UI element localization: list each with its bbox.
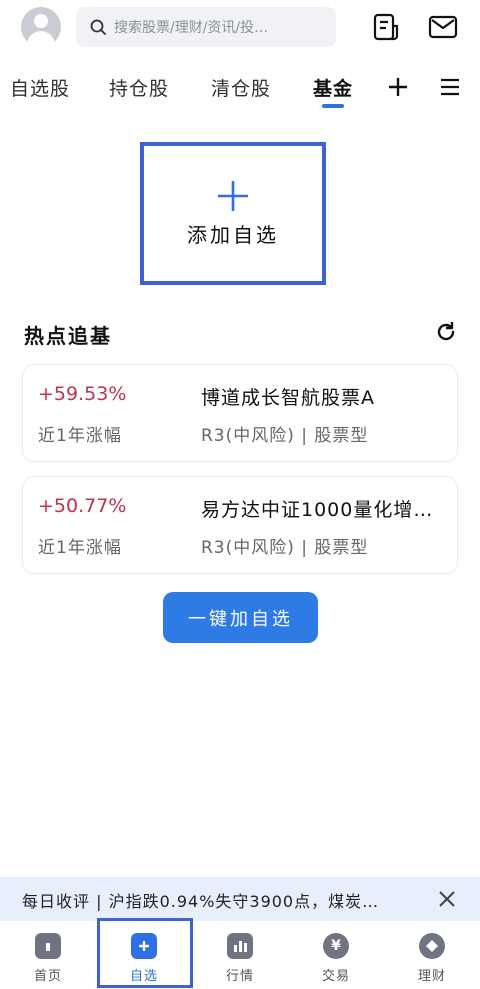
document-icon[interactable] xyxy=(371,12,401,42)
add-watchlist-label: 添加自选 xyxy=(187,223,279,247)
nav-item-market[interactable]: 行情 xyxy=(192,921,288,989)
search-icon xyxy=(90,19,106,35)
yen-coin-icon: ¥ xyxy=(323,933,349,959)
nav-item-wealth[interactable]: 理财 xyxy=(384,921,480,989)
bar-chart-icon xyxy=(227,933,253,959)
avatar[interactable] xyxy=(21,7,61,47)
nav-item-home[interactable]: 首页 xyxy=(0,921,96,989)
fund-change-label: 近1年涨幅 xyxy=(38,426,122,446)
fund-card[interactable]: +50.77% 近1年涨幅 易方达中证1000量化增… R3(中风险) | 股票… xyxy=(22,476,458,574)
ticker-text: 每日收评 | 沪指跌0.94%失守3900点，煤炭… xyxy=(22,892,380,911)
nav-item-trade[interactable]: ¥ 交易 xyxy=(288,921,384,989)
fund-meta: R3(中风险) | 股票型 xyxy=(201,538,369,558)
mail-icon[interactable] xyxy=(428,12,458,42)
close-icon[interactable] xyxy=(437,889,457,909)
home-icon xyxy=(35,933,61,959)
fund-card[interactable]: +59.53% 近1年涨幅 博道成长智航股票A R3(中风险) | 股票型 xyxy=(22,364,458,462)
nav-label: 理财 xyxy=(417,969,446,984)
avatar-head xyxy=(34,14,48,28)
fund-name: 易方达中证1000量化增… xyxy=(201,499,434,521)
tab-watchlist-stocks[interactable]: 自选股 xyxy=(10,74,70,101)
fund-change: +59.53% xyxy=(38,383,127,405)
section-title: 热点追基 xyxy=(24,324,112,348)
avatar-body xyxy=(27,31,55,47)
tab-holding-stocks[interactable]: 持仓股 xyxy=(109,74,169,101)
one-click-add-button[interactable]: 一键加自选 xyxy=(163,592,318,643)
refresh-icon[interactable] xyxy=(434,320,458,344)
search-placeholder: 搜索股票/理财/资讯/投… xyxy=(114,20,269,36)
tab-funds[interactable]: 基金 xyxy=(313,74,353,101)
active-tab-indicator xyxy=(322,104,344,108)
tab-cleared-stocks[interactable]: 清仓股 xyxy=(211,74,271,101)
fund-change: +50.77% xyxy=(38,495,127,517)
add-watchlist-button[interactable]: 添加自选 xyxy=(140,142,326,285)
diamond-icon xyxy=(419,933,445,959)
selection-highlight xyxy=(97,918,193,988)
news-ticker[interactable]: 每日收评 | 沪指跌0.94%失守3900点，煤炭… xyxy=(0,877,480,921)
nav-label: 交易 xyxy=(321,969,350,984)
add-tab-icon[interactable] xyxy=(387,76,409,98)
fund-meta: R3(中风险) | 股票型 xyxy=(201,426,369,446)
search-input[interactable]: 搜索股票/理财/资讯/投… xyxy=(76,7,336,47)
fund-name: 博道成长智航股票A xyxy=(201,387,375,409)
plus-icon xyxy=(218,181,248,211)
nav-label: 首页 xyxy=(33,969,62,984)
fund-change-label: 近1年涨幅 xyxy=(38,538,122,558)
bottom-nav: 首页 自选 行情 ¥ 交易 理财 xyxy=(0,921,480,989)
top-bar: 搜索股票/理财/资讯/投… xyxy=(0,0,480,56)
nav-label: 行情 xyxy=(225,969,254,984)
menu-icon[interactable] xyxy=(440,77,460,97)
tab-bar: 自选股 持仓股 清仓股 基金 xyxy=(0,62,480,112)
